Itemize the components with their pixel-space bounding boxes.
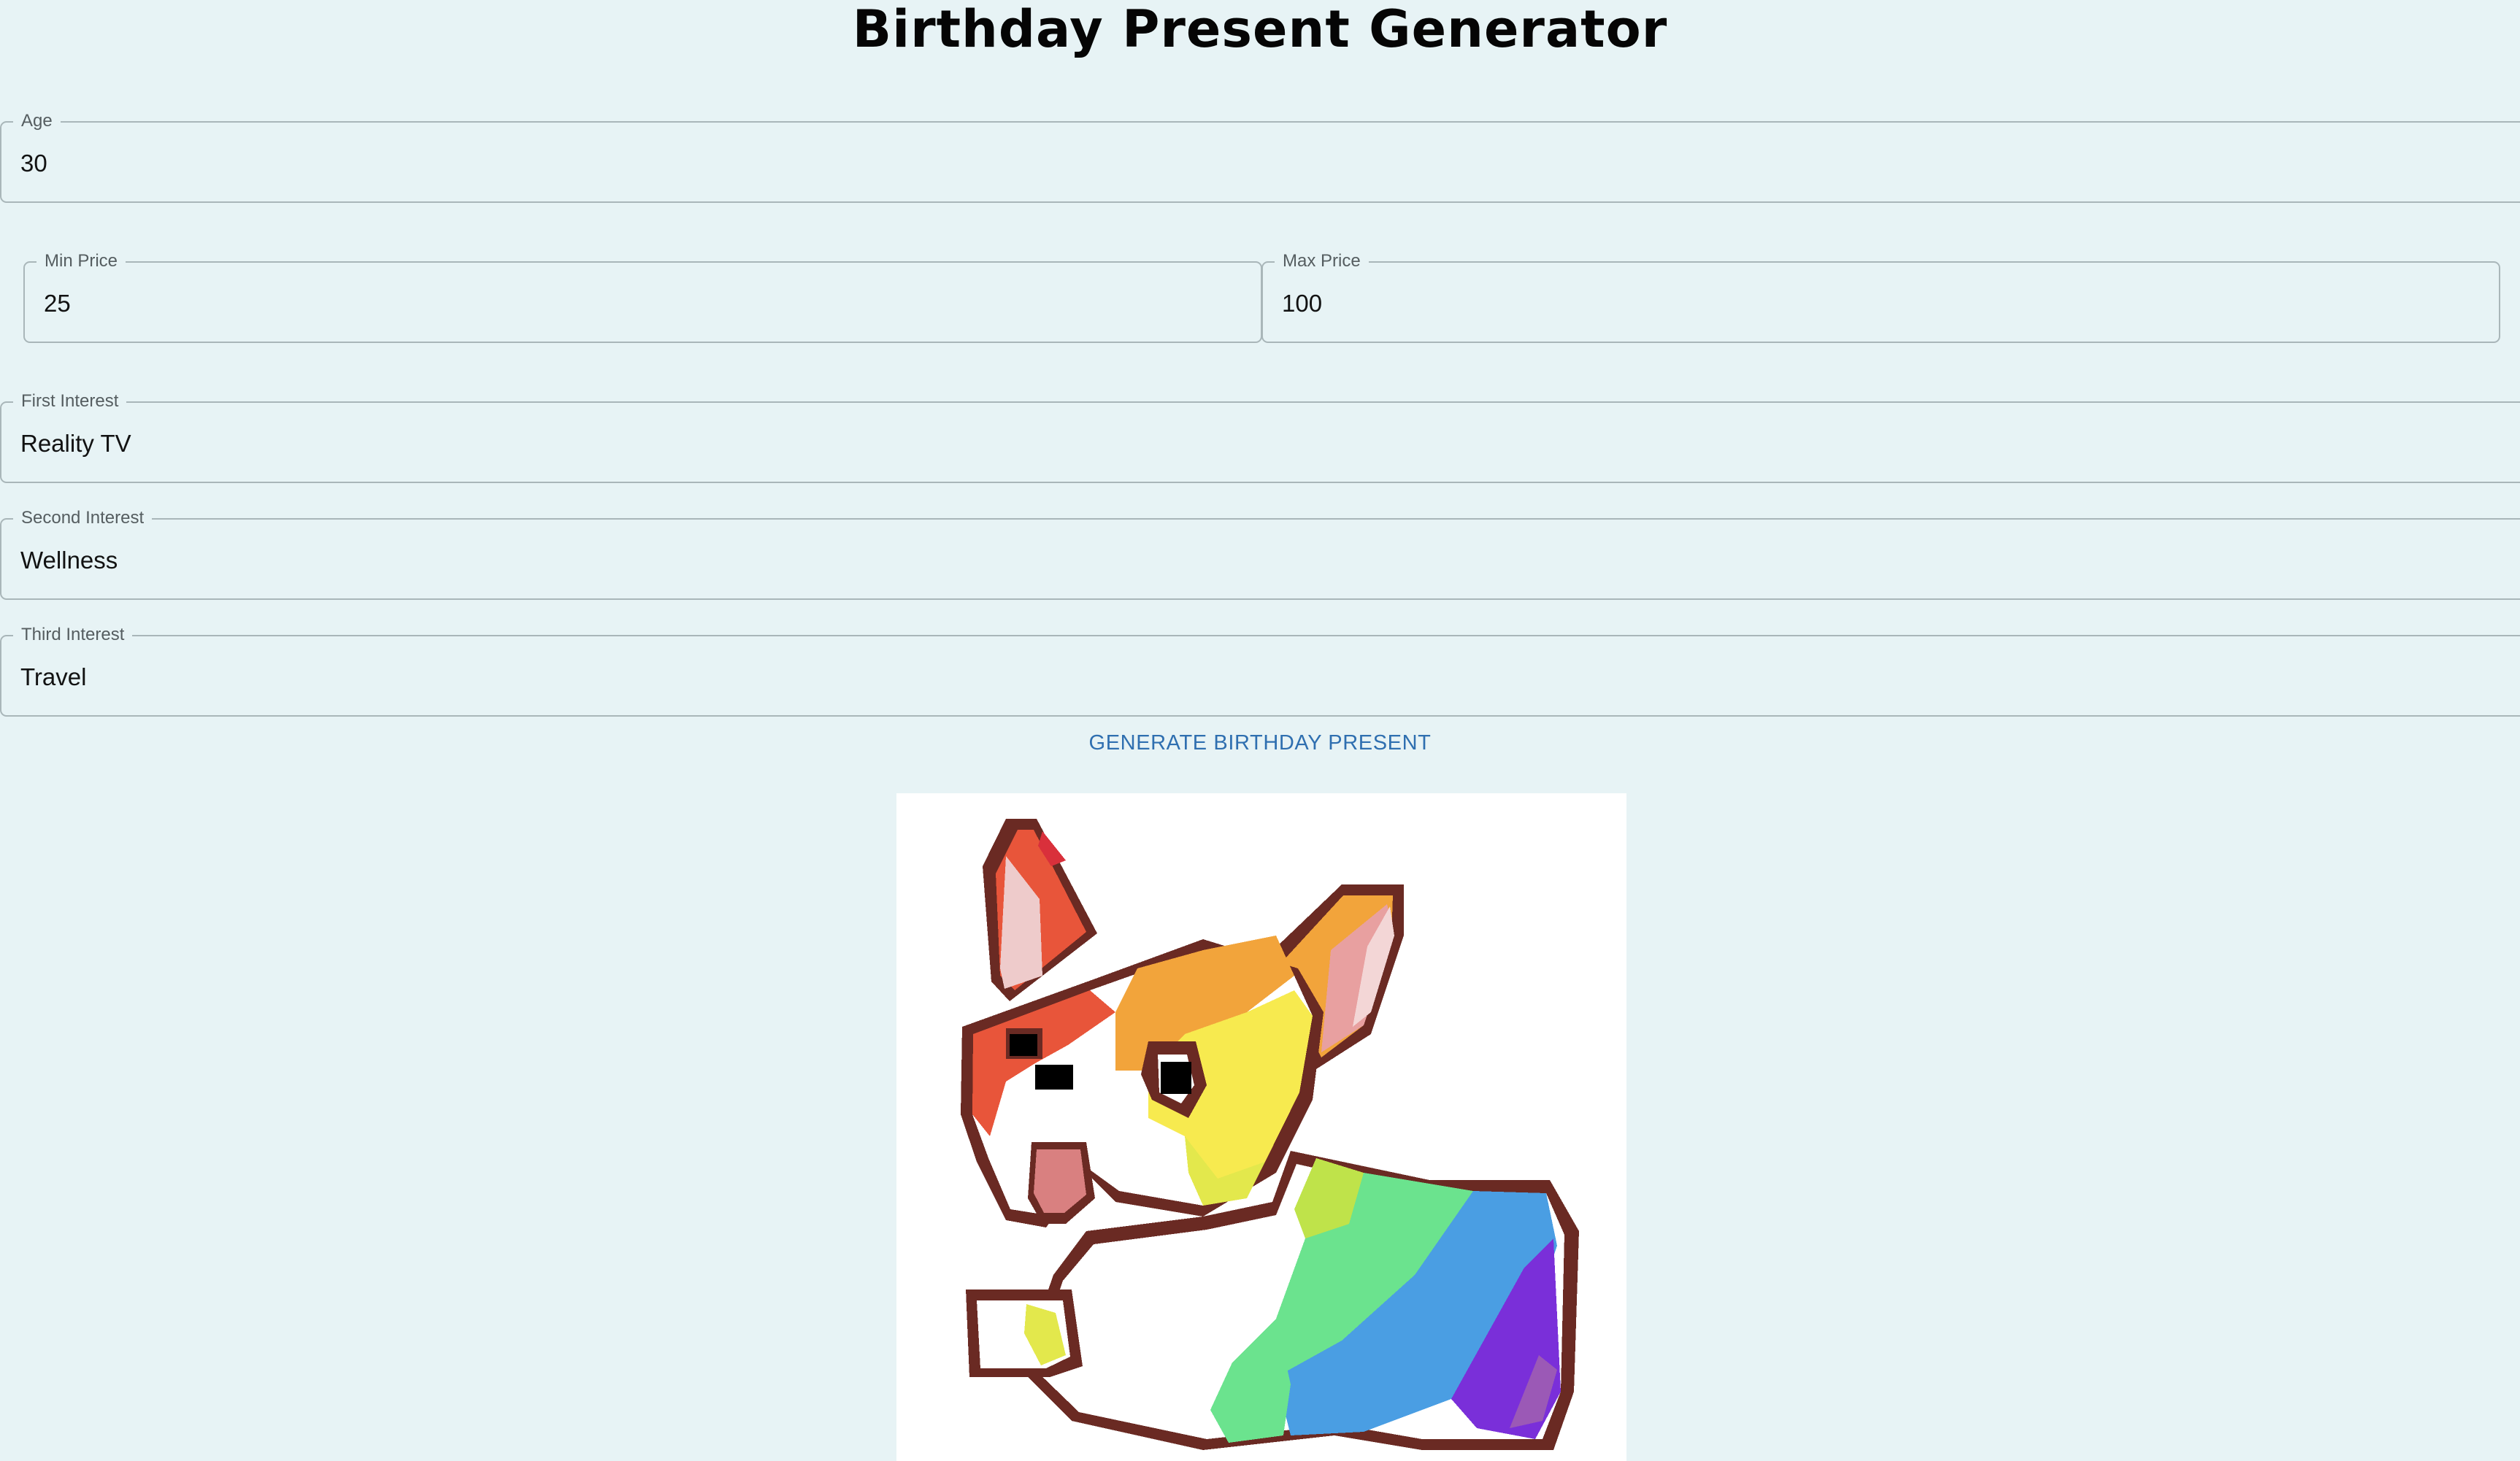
third-interest-field[interactable]: Third Interest Travel — [0, 624, 2520, 717]
min-price-input[interactable]: 25 — [44, 263, 71, 342]
min-price-field[interactable]: Min Price 25 — [23, 250, 1262, 343]
page-title: Birthday Present Generator — [852, 0, 1668, 59]
second-interest-field[interactable]: Second Interest Wellness — [0, 507, 2520, 600]
first-interest-field[interactable]: First Interest Reality TV — [0, 390, 2520, 483]
max-price-field[interactable]: Max Price 100 — [1261, 250, 2500, 343]
third-interest-input[interactable]: Travel — [20, 636, 86, 715]
first-interest-input[interactable]: Reality TV — [20, 403, 131, 482]
age-field[interactable]: Age 30 — [0, 110, 2520, 203]
rainbow-dog-icon — [961, 819, 1579, 1450]
age-input[interactable]: 30 — [20, 123, 47, 201]
max-price-input[interactable]: 100 — [1282, 263, 1322, 342]
second-interest-input[interactable]: Wellness — [20, 520, 118, 598]
present-result-image — [896, 793, 1626, 1461]
generate-present-button[interactable]: GENERATE BIRTHDAY PRESENT — [1077, 722, 1443, 763]
